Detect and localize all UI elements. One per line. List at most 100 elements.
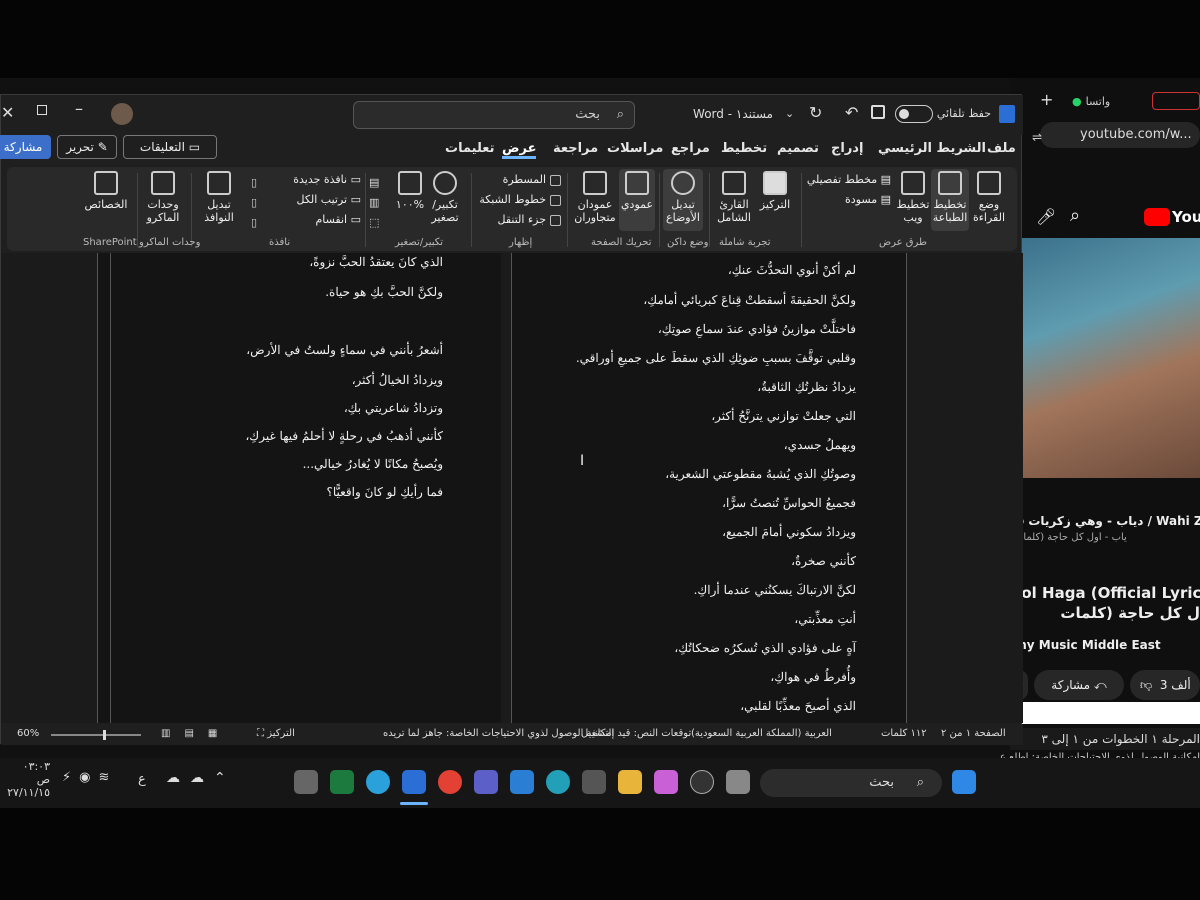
copilot-icon[interactable] bbox=[654, 770, 678, 794]
edge-icon[interactable] bbox=[546, 770, 570, 794]
store-icon[interactable] bbox=[582, 770, 606, 794]
teams-icon[interactable] bbox=[474, 770, 498, 794]
draft-button[interactable]: ▤ مسودة bbox=[807, 193, 891, 206]
text-line: لكنَّ الارتباكَ يسكنُني عندما أراكِ. bbox=[693, 583, 856, 597]
gridlines-check[interactable] bbox=[550, 194, 561, 206]
like-dislike[interactable]: 👎︎ 3 ألف bbox=[1130, 670, 1200, 700]
new-window-button[interactable]: ▭ نافذة جديدة bbox=[281, 173, 361, 186]
browser-tab[interactable]: ● واتسا bbox=[1072, 88, 1142, 114]
active-indicator bbox=[400, 802, 428, 805]
web-layout-button[interactable]: تخطيط ويب bbox=[895, 171, 931, 224]
outlook-icon[interactable] bbox=[510, 770, 534, 794]
nav-pane-check[interactable] bbox=[550, 214, 561, 226]
nav-pane-checkbox[interactable]: جزء التنقل bbox=[477, 213, 561, 226]
new-tab-button[interactable]: + bbox=[1040, 90, 1053, 109]
telegram-icon[interactable] bbox=[366, 770, 390, 794]
zoom-level[interactable]: 60% bbox=[17, 728, 39, 739]
youtube-logo-icon bbox=[1144, 208, 1170, 226]
word-icon[interactable] bbox=[402, 770, 426, 794]
clock[interactable]: ٠٣:٠٣ ص ٢٧/١١/١٥ bbox=[6, 760, 50, 799]
side-to-side-button[interactable]: عمودان متجاوران bbox=[573, 171, 617, 224]
search-icon[interactable]: ⌕ bbox=[1070, 205, 1080, 226]
window-side-icons[interactable]: ▯ ▯ ▯ bbox=[251, 173, 271, 233]
tab-home[interactable]: الشريط الرئيسي bbox=[878, 141, 986, 156]
undo-icon[interactable]: ↶ bbox=[845, 103, 858, 122]
address-bar[interactable]: youtube.com/w... bbox=[1040, 122, 1200, 148]
maximize-icon[interactable] bbox=[37, 105, 47, 115]
editing-dropdown[interactable]: تحرير ✎ bbox=[57, 135, 117, 159]
language[interactable]: العربية (المملكة العربية السعودية) bbox=[691, 728, 832, 739]
read-mode-button[interactable]: وضع القراءة bbox=[969, 171, 1009, 224]
tab-mailings[interactable]: مراسلات bbox=[607, 141, 663, 156]
page-left[interactable]: الذي كانَ يعتقدُ الحبَّ نزوةً، ولكنَّ ال… bbox=[97, 253, 501, 723]
zoom-thumb[interactable] bbox=[103, 730, 106, 740]
book-icon bbox=[977, 171, 1001, 195]
minimize-icon[interactable]: – bbox=[75, 99, 83, 118]
properties-button[interactable]: الخصائص bbox=[83, 171, 129, 211]
save-icon[interactable] bbox=[871, 105, 885, 119]
video-title[interactable]: ro دياب - وهي زكريات / Wahi Zekrayat – bbox=[1010, 514, 1200, 528]
ruler-checkbox[interactable]: المسطرة bbox=[477, 173, 561, 186]
split-label: انقسام bbox=[315, 213, 348, 226]
avatar[interactable] bbox=[111, 103, 133, 125]
switch-windows-button[interactable]: تبديل النوافذ bbox=[197, 171, 241, 224]
accessibility-status[interactable]: إمكانية الوصول لذوي الاحتياجات الخاصة: ج… bbox=[383, 728, 614, 739]
gridlines-checkbox[interactable]: خطوط الشبكة bbox=[477, 193, 561, 206]
print-layout-button[interactable]: تخطيط الطباعة bbox=[931, 169, 969, 231]
focus-button[interactable]: التركيز bbox=[755, 171, 795, 211]
tab-insert[interactable]: إدراج bbox=[831, 141, 863, 156]
search-input[interactable]: بحث ⌕ bbox=[353, 101, 635, 129]
tab-help[interactable]: تعليمات bbox=[445, 141, 495, 156]
switch-modes-button[interactable]: تبديل الأوضاع bbox=[663, 169, 703, 231]
channel-line[interactable]: ony Music Middle East bbox=[1010, 638, 1200, 652]
video-thumbnail[interactable] bbox=[1010, 238, 1200, 478]
focus-label: التركيز bbox=[759, 198, 791, 211]
immersive-reader-button[interactable]: القارئ الشامل bbox=[713, 171, 755, 224]
chrome-icon[interactable] bbox=[438, 770, 462, 794]
task-view-icon[interactable] bbox=[726, 770, 750, 794]
qat-dropdown-icon[interactable]: ⌄ bbox=[785, 107, 794, 120]
site-info-icon[interactable]: ⇌ bbox=[1032, 130, 1042, 144]
mic-icon[interactable]: 🎤︎ bbox=[1036, 207, 1056, 226]
close-icon[interactable]: ✕ bbox=[1, 103, 14, 122]
share-button[interactable]: مشاركة bbox=[0, 135, 51, 159]
split-button[interactable]: ▭ انقسام bbox=[281, 213, 361, 226]
cloud-icons[interactable]: ☁☁⌃ bbox=[166, 770, 236, 786]
autosave-toggle[interactable] bbox=[895, 105, 933, 123]
tab-references[interactable]: مراجع bbox=[671, 141, 710, 156]
text-line: وتزدادُ شاعريتي بكِ، bbox=[343, 401, 443, 415]
settings-icon[interactable] bbox=[294, 770, 318, 794]
tab-layout[interactable]: تخطيط bbox=[721, 141, 767, 156]
tab-review[interactable]: مراجعة bbox=[553, 141, 598, 156]
word-count[interactable]: ١١٢ كلمات bbox=[881, 728, 927, 739]
view-buttons[interactable]: ▦▤▥ bbox=[161, 728, 231, 739]
text-line: التي جعلتْ توازني يترنَّحُ أكثر، bbox=[711, 409, 856, 423]
macros-button[interactable]: وحدات الماكرو bbox=[141, 171, 185, 224]
start-icon[interactable] bbox=[952, 770, 976, 794]
tab-view[interactable]: عرض bbox=[502, 141, 537, 159]
focus-status-button[interactable]: التركيز ⛶ bbox=[257, 728, 295, 739]
tab-design[interactable]: تصميم bbox=[777, 141, 819, 156]
tab-file[interactable]: ملف bbox=[987, 141, 1016, 156]
comments-button[interactable]: التعليقات ▭ bbox=[123, 135, 217, 159]
excel-icon[interactable] bbox=[330, 770, 354, 794]
share-button[interactable]: مشاركة ⤺ bbox=[1034, 670, 1124, 700]
page-count[interactable]: الصفحة ١ من ٢ bbox=[941, 728, 1006, 739]
chatgpt-icon[interactable] bbox=[690, 770, 714, 794]
ruler-check[interactable] bbox=[550, 174, 561, 186]
zoom-100-button[interactable]: ١٠٠% bbox=[393, 171, 427, 211]
zoom-button[interactable]: تكبير/ تصغير bbox=[425, 171, 465, 224]
taskbar-search[interactable]: بحث ⌕ bbox=[760, 769, 942, 797]
page-right[interactable]: لم أكنْ أنوي التحدُّثَ عنكِ، ولكنَّ الحق… bbox=[511, 253, 907, 723]
vertical-button[interactable]: عمودي bbox=[619, 169, 655, 231]
main-video-title: Kol Haga (Official Lyric Video bbox=[1010, 584, 1200, 602]
tray-icons[interactable]: ⚡◉≋ bbox=[62, 770, 117, 785]
input-language[interactable]: ع bbox=[138, 772, 146, 787]
arrange-all-button[interactable]: ▭ ترتيب الكل bbox=[281, 193, 361, 206]
zoom-slider[interactable] bbox=[51, 730, 141, 740]
recording-tab[interactable] bbox=[1152, 92, 1200, 110]
outline-button[interactable]: ▤ مخطط تفصيلي bbox=[807, 173, 891, 186]
redo-icon[interactable]: ↻ bbox=[809, 103, 822, 122]
page-view-icons[interactable]: ▤ ▥ ⬚ bbox=[369, 173, 385, 231]
file-explorer-icon[interactable] bbox=[618, 770, 642, 794]
